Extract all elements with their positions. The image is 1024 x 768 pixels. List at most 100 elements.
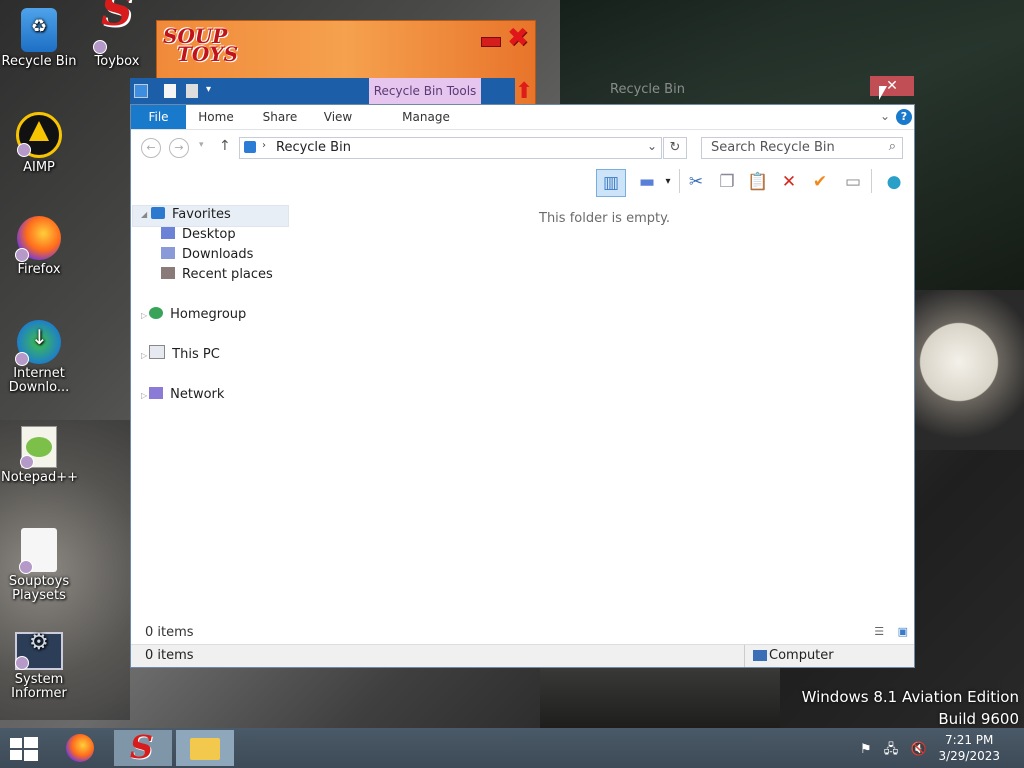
taskbar-souptoys[interactable]: S xyxy=(114,728,172,766)
tab-home[interactable]: Home xyxy=(193,105,239,129)
recent-places-icon xyxy=(161,267,175,279)
rename-icon[interactable]: ▭ xyxy=(839,169,867,195)
preview-pane-button[interactable]: ▥ xyxy=(596,169,626,197)
nav-homegroup[interactable]: ▷ Homegroup xyxy=(141,305,246,325)
properties-icon[interactable] xyxy=(164,84,176,98)
expand-icon[interactable]: ▷ xyxy=(141,351,147,360)
copy-icon[interactable]: ❐ xyxy=(713,169,741,195)
search-placeholder: Search Recycle Bin xyxy=(711,140,835,155)
tab-file[interactable]: File xyxy=(131,105,186,129)
app-icon[interactable] xyxy=(134,84,148,98)
delete-icon[interactable]: ✕ xyxy=(775,169,803,195)
desktop-icon-label: AIMP xyxy=(23,160,55,175)
forward-button[interactable]: → xyxy=(169,138,189,158)
new-folder-icon[interactable] xyxy=(186,84,198,98)
windows-logo-icon xyxy=(10,738,22,748)
navigation-pane: ◢ Favorites Desktop Downloads Recent pla… xyxy=(131,203,291,623)
nav-network[interactable]: ▷ Network xyxy=(141,385,224,405)
downloads-folder-icon xyxy=(161,247,175,259)
desktop-icon-internet-download-manager[interactable]: ↓ Internet Downlo... xyxy=(1,320,77,395)
chevron-down-icon[interactable]: ⌄ xyxy=(647,139,657,153)
shortcut-arrow-icon xyxy=(17,143,31,157)
navigation-bar: ← → ▾ ↑ › Recycle Bin ⌄ ↻ Search Recycle… xyxy=(131,130,914,164)
start-button[interactable] xyxy=(8,736,40,762)
ribbon-tabs: File Home Share View Manage ⌄ ? xyxy=(131,105,914,130)
nav-desktop[interactable]: Desktop xyxy=(161,225,236,245)
mouse-cursor-icon xyxy=(879,86,887,100)
cut-icon[interactable]: ✂ xyxy=(682,169,710,195)
network-icon[interactable]: 🖧 xyxy=(884,742,899,757)
window-title: Recycle Bin xyxy=(610,82,685,97)
shortcut-arrow-icon xyxy=(93,40,107,54)
status-bar: 0 items Computer xyxy=(131,644,914,667)
help-icon[interactable]: ? xyxy=(896,109,912,125)
up-button[interactable]: ↑ xyxy=(219,138,231,154)
recent-locations-icon[interactable]: ▾ xyxy=(199,140,204,150)
homegroup-icon xyxy=(149,307,164,319)
folder-button[interactable]: ▬ xyxy=(633,169,661,195)
nav-downloads[interactable]: Downloads xyxy=(161,245,253,265)
shortcut-arrow-icon xyxy=(20,455,34,469)
action-center-flag-icon[interactable]: ⚑ xyxy=(860,742,872,757)
check-icon[interactable]: ✔ xyxy=(806,169,834,195)
chevron-right-icon[interactable]: › xyxy=(262,140,266,151)
file-explorer-icon xyxy=(190,738,220,760)
desktop-icon-souptoys-playsets[interactable]: Souptoys Playsets xyxy=(1,528,77,603)
properties-icon[interactable]: ● xyxy=(880,169,908,195)
item-count: 0 items xyxy=(145,625,194,640)
view-toggle: ☰ ▣ xyxy=(874,625,908,638)
search-icon: ⌕ xyxy=(888,139,896,154)
desktop-icon-notepad-plus-plus[interactable]: Notepad++ xyxy=(1,426,78,485)
recycle-bin-icon xyxy=(244,141,256,153)
desktop-icon-label: System Informer xyxy=(11,672,67,701)
souptoys-close-button[interactable]: ✖ xyxy=(507,23,529,53)
address-bar[interactable]: › Recycle Bin ⌄ xyxy=(239,137,662,159)
desktop-icon-toybox[interactable]: S Toybox xyxy=(79,0,155,69)
search-input[interactable]: Search Recycle Bin ⌕ xyxy=(701,137,903,159)
souptoys-playsets-icon xyxy=(19,528,57,574)
edition-watermark: Windows 8.1 Aviation Edition Build 9600 xyxy=(801,688,1019,728)
large-icons-view-icon[interactable]: ▣ xyxy=(898,625,908,638)
refresh-button[interactable]: ↻ xyxy=(663,137,687,159)
tab-manage[interactable]: Manage xyxy=(370,105,482,129)
volume-muted-icon[interactable]: 🔇 xyxy=(910,742,926,757)
desktop-icon-label: Recycle Bin xyxy=(1,54,77,69)
firefox-icon xyxy=(15,216,61,262)
close-button[interactable]: ✕ xyxy=(870,76,914,96)
expand-icon[interactable]: ▷ xyxy=(141,391,147,400)
souptoys-minimize-button[interactable] xyxy=(481,37,501,47)
desktop-icon-aimp[interactable]: AIMP xyxy=(1,112,77,175)
firefox-icon xyxy=(66,734,94,762)
tab-view[interactable]: View xyxy=(317,105,359,129)
taskbar-file-explorer[interactable] xyxy=(176,730,234,766)
back-button[interactable]: ← xyxy=(141,138,161,158)
desktop-icon-firefox[interactable]: Firefox xyxy=(1,216,77,277)
desktop-icon-system-informer[interactable]: ⚙ System Informer xyxy=(1,632,77,701)
shortcut-arrow-icon xyxy=(15,656,29,670)
nav-favorites[interactable]: ◢ Favorites xyxy=(131,205,289,227)
details-view-icon[interactable]: ☰ xyxy=(874,625,884,638)
shortcut-arrow-icon xyxy=(15,352,29,366)
clock[interactable]: 7:21 PM 3/29/2023 xyxy=(938,732,1000,764)
ribbon-expand-icon[interactable]: ⌄ xyxy=(880,109,890,123)
taskbar-firefox[interactable] xyxy=(52,730,110,766)
desktop-icon-label: Internet Downlo... xyxy=(8,366,70,395)
folder-dropdown-icon[interactable]: ▾ xyxy=(661,169,675,195)
nav-recent-places[interactable]: Recent places xyxy=(161,265,273,285)
desktop-icon-label: Firefox xyxy=(17,262,61,277)
desktop-icon-label: Souptoys Playsets xyxy=(8,574,70,603)
network-icon xyxy=(149,387,164,399)
computer-icon xyxy=(753,650,767,661)
nav-this-pc[interactable]: ▷ This PC xyxy=(141,345,220,365)
tab-share[interactable]: Share xyxy=(255,105,305,129)
zone-text: Computer xyxy=(769,648,834,663)
qat-dropdown-icon[interactable]: ▾ xyxy=(206,84,211,95)
explorer-window: File Home Share View Manage ⌄ ? ← → ▾ ↑ … xyxy=(130,104,915,668)
classic-toolbar: ▥ ▬ ▾ ✂ ❐ 📋 ✕ ✔ ▭ ● xyxy=(131,165,914,199)
paste-icon[interactable]: 📋 xyxy=(744,169,772,195)
computer-icon xyxy=(149,345,166,359)
expand-icon[interactable]: ◢ xyxy=(141,205,147,225)
expand-icon[interactable]: ▷ xyxy=(141,311,147,320)
desktop-icon-recycle-bin[interactable]: ♻ Recycle Bin xyxy=(1,8,77,69)
status-items: 0 items xyxy=(145,648,194,663)
